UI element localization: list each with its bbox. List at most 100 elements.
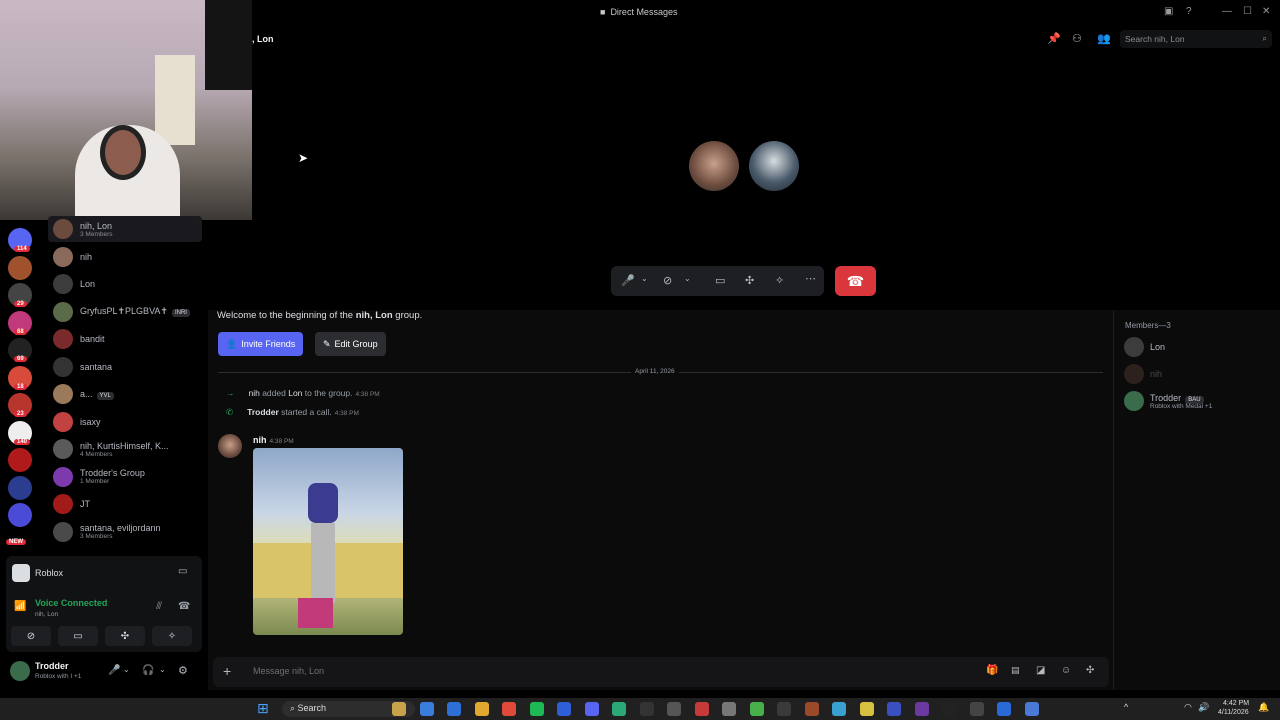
activity-popout-icon[interactable]: ▭ xyxy=(178,566,187,577)
taskbar-app-icon[interactable] xyxy=(529,702,544,716)
notification-bell-icon[interactable]: 🔔 xyxy=(1258,702,1269,713)
taskbar-app-icon[interactable] xyxy=(667,702,681,716)
invite-friends-button[interactable]: 👤 Invite Friends xyxy=(218,332,304,356)
taskbar-app-icon[interactable] xyxy=(942,702,956,716)
message-author[interactable]: nih 4:38 PM xyxy=(253,435,294,445)
gift-icon[interactable]: 🎁 xyxy=(986,665,998,676)
chevron-down-icon[interactable]: ⌄ xyxy=(641,274,648,283)
clock-time[interactable]: 4:42 PM xyxy=(1223,700,1249,707)
taskbar-app-icon[interactable] xyxy=(639,702,654,716)
screen-share-icon[interactable]: ▭ xyxy=(715,274,725,287)
apps-icon[interactable]: ✣ xyxy=(1086,665,1094,676)
system-message: → nih added Lon to the group. 4:38 PM xyxy=(226,388,380,398)
server-icon[interactable] xyxy=(8,503,32,527)
camera-toggle-button[interactable]: ⊘ xyxy=(11,626,51,646)
taskbar-app-icon[interactable] xyxy=(804,702,819,716)
noise-suppression-icon[interactable]: ⫻ xyxy=(156,601,162,612)
disconnect-icon[interactable]: ☎ xyxy=(178,601,190,612)
taskbar-app-icon[interactable] xyxy=(612,702,626,716)
taskbar-app-icon[interactable] xyxy=(557,702,571,716)
clock-date[interactable]: 4/11/2026 xyxy=(1218,709,1249,716)
server-icon[interactable] xyxy=(8,475,32,500)
avatar xyxy=(53,384,73,404)
signal-icon[interactable]: 📶 xyxy=(14,601,26,612)
soundboard-icon[interactable]: ✧ xyxy=(775,274,784,287)
taskbar-app-icon[interactable] xyxy=(392,702,406,716)
soundboard-button[interactable]: ✧ xyxy=(152,626,192,646)
server-icon[interactable] xyxy=(8,448,32,472)
sticker-icon[interactable]: ◪ xyxy=(1036,665,1045,676)
taskbar-app-icon[interactable] xyxy=(722,702,736,716)
wifi-icon[interactable]: ◠ xyxy=(1184,702,1192,713)
dm-item[interactable]: GryfusPL✝PLGBVA✝ INRI xyxy=(48,299,202,325)
dm-item[interactable]: isaxy xyxy=(48,409,202,435)
dm-item[interactable]: JT xyxy=(48,491,202,517)
taskbar-app-icon[interactable] xyxy=(474,702,489,716)
voice-status[interactable]: Voice Connected xyxy=(35,598,107,608)
member-item[interactable]: Lon xyxy=(1124,337,1165,357)
dm-item[interactable]: nih, Lon 3 Members xyxy=(48,216,202,242)
pin-icon[interactable]: 📌 xyxy=(1047,32,1061,45)
taskbar-app-icon[interactable] xyxy=(997,702,1011,716)
chevron-down-icon[interactable]: ⌄ xyxy=(684,274,691,283)
server-icon[interactable] xyxy=(8,255,32,280)
taskbar-app-icon[interactable] xyxy=(1024,702,1039,716)
search-input[interactable]: Search nih, Lon ⌕ xyxy=(1120,30,1272,48)
avatar[interactable] xyxy=(218,434,242,458)
message-input[interactable]: + Message nih, Lon 🎁 ▤ ◪ ☺ ✣ xyxy=(213,657,1109,687)
taskbar-app-icon[interactable] xyxy=(502,702,516,716)
add-friends-icon[interactable]: ⚇ xyxy=(1072,32,1082,45)
volume-icon[interactable]: 🔊 xyxy=(1198,702,1209,713)
minimize-button[interactable]: — xyxy=(1222,6,1232,17)
gif-icon[interactable]: ▤ xyxy=(1011,665,1020,676)
more-icon[interactable]: ⋯ xyxy=(805,272,816,285)
participant-avatar[interactable] xyxy=(749,141,799,191)
chevron-up-icon[interactable]: ^ xyxy=(1124,702,1128,712)
participant-avatar[interactable] xyxy=(689,141,739,191)
avatar[interactable] xyxy=(10,661,30,681)
dm-item[interactable]: Lon xyxy=(48,271,202,297)
taskbar-app-icon[interactable] xyxy=(777,702,791,716)
close-button[interactable]: ✕ xyxy=(1262,6,1270,17)
taskbar-app-icon[interactable] xyxy=(859,702,874,716)
member-item[interactable]: Trodder BAU Roblox with Medal +1 xyxy=(1124,391,1212,411)
end-call-button[interactable]: ☎ xyxy=(835,266,876,296)
taskbar-app-icon[interactable] xyxy=(419,702,434,716)
headphones-icon[interactable]: 🎧 xyxy=(142,665,154,676)
activities-button[interactable]: ✣ xyxy=(105,626,145,646)
chevron-down-icon[interactable]: ⌄ xyxy=(123,665,130,674)
dm-item[interactable]: a... YVL xyxy=(48,381,202,407)
dm-item[interactable]: santana xyxy=(48,354,202,380)
taskbar-app-icon[interactable] xyxy=(887,702,901,716)
microphone-icon[interactable]: 🎤 xyxy=(108,665,120,676)
taskbar-app-icon[interactable] xyxy=(584,702,599,716)
help-icon[interactable]: ? xyxy=(1186,6,1192,17)
chevron-down-icon[interactable]: ⌄ xyxy=(159,665,166,674)
emoji-icon[interactable]: ☺ xyxy=(1061,665,1071,676)
inbox-icon[interactable]: ▣ xyxy=(1164,6,1173,17)
add-attachment-icon[interactable]: + xyxy=(223,663,231,679)
dm-item[interactable]: nih xyxy=(48,244,202,270)
taskbar-app-icon[interactable] xyxy=(969,702,984,716)
dm-item[interactable]: santana, eviljordann 3 Members xyxy=(48,519,202,545)
activities-icon[interactable]: ✣ xyxy=(745,274,754,287)
voice-channel[interactable]: nih, Lon xyxy=(35,611,58,618)
maximize-button[interactable]: ☐ xyxy=(1243,6,1252,17)
taskbar-app-icon[interactable] xyxy=(447,702,461,716)
settings-gear-icon[interactable]: ⚙ xyxy=(178,664,188,677)
dm-item[interactable]: nih, KurtisHimself, K... 4 Members xyxy=(48,436,202,462)
taskbar-app-icon[interactable] xyxy=(694,702,709,716)
member-item[interactable]: nih xyxy=(1124,364,1162,384)
microphone-icon[interactable]: 🎤 xyxy=(621,274,635,287)
taskbar-app-icon[interactable] xyxy=(914,702,929,716)
windows-start-icon[interactable]: ⊞ xyxy=(257,700,269,717)
taskbar-app-icon[interactable] xyxy=(749,702,764,716)
screen-share-button[interactable]: ▭ xyxy=(58,626,98,646)
dm-item[interactable]: Trodder's Group 1 Member xyxy=(48,464,202,490)
members-icon[interactable]: 👥 xyxy=(1097,32,1111,45)
dm-item[interactable]: bandit xyxy=(48,326,202,352)
edit-group-button[interactable]: ✎ Edit Group xyxy=(315,332,386,356)
taskbar-app-icon[interactable] xyxy=(832,702,846,716)
message-image[interactable] xyxy=(253,448,403,635)
camera-off-icon[interactable]: ⊘ xyxy=(663,274,672,287)
